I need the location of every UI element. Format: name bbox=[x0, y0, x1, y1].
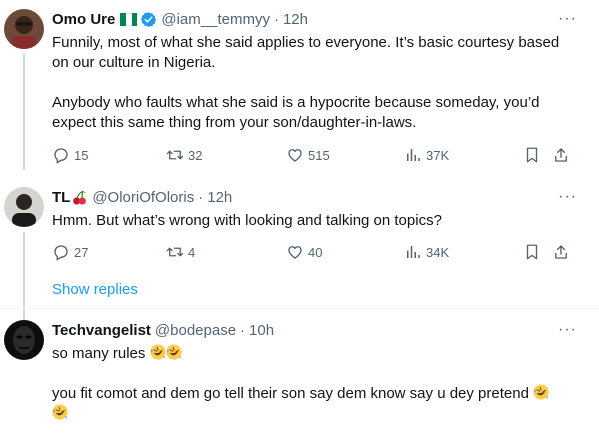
heart-icon bbox=[288, 149, 302, 162]
user-handle[interactable]: @OloriOfOloris bbox=[92, 189, 194, 206]
bookmark-button[interactable] bbox=[523, 243, 541, 261]
more-options-icon[interactable]: ··· bbox=[558, 10, 577, 28]
share-button[interactable] bbox=[552, 146, 570, 164]
thread-line bbox=[23, 54, 25, 170]
views-button[interactable]: 37K bbox=[404, 146, 449, 164]
reply-button[interactable]: 27 bbox=[52, 243, 88, 261]
tweet-paragraph: Funnily, most of what she said applies t… bbox=[52, 34, 560, 71]
timestamp[interactable]: 12h bbox=[207, 189, 232, 206]
nigeria-flag-icon bbox=[120, 13, 138, 26]
tweet-paragraph: Anybody who faults what she said is a hy… bbox=[52, 94, 540, 131]
separator-dot: · bbox=[273, 11, 279, 28]
reply-count: 27 bbox=[74, 244, 89, 260]
avatar[interactable] bbox=[4, 320, 44, 360]
bookmark-icon bbox=[526, 147, 538, 163]
reply-icon bbox=[54, 148, 68, 164]
share-button[interactable] bbox=[552, 243, 570, 261]
separator-dot: · bbox=[240, 322, 246, 339]
user-handle[interactable]: @bodepase bbox=[155, 322, 236, 339]
tweet-paragraph-text: you fit comot and dem go tell their son … bbox=[52, 385, 529, 402]
tweet[interactable]: TL @OloriOfOloris · 12h ··· Hmm. But wha… bbox=[0, 170, 599, 332]
retweet-icon bbox=[166, 247, 184, 257]
display-name[interactable]: Omo Ure bbox=[52, 11, 115, 28]
verified-badge-icon[interactable] bbox=[140, 11, 157, 28]
views-button[interactable]: 34K bbox=[404, 243, 449, 261]
tweet-text: so many rules you fit comot and dem go t… bbox=[52, 344, 572, 424]
tweet-header: TL @OloriOfOloris · 12h bbox=[52, 189, 232, 206]
like-button[interactable]: 40 bbox=[286, 243, 322, 261]
analytics-icon bbox=[407, 246, 420, 258]
cherries-icon bbox=[73, 190, 87, 205]
rofl-emoji-icon bbox=[52, 404, 68, 420]
rofl-emoji-icon bbox=[166, 344, 182, 360]
like-button[interactable]: 515 bbox=[286, 146, 330, 164]
tweet[interactable]: Techvangelist @bodepase · 10h ··· so man… bbox=[0, 309, 599, 433]
tweet[interactable]: Omo Ure @iam__temmyy · 12h ··· Funnily, … bbox=[0, 0, 599, 170]
action-bar: 27 4 40 34K bbox=[52, 243, 572, 263]
timestamp[interactable]: 10h bbox=[249, 322, 274, 339]
view-count: 34K bbox=[426, 244, 450, 260]
avatar[interactable] bbox=[4, 187, 44, 227]
retweet-count: 4 bbox=[188, 244, 196, 260]
more-options-icon[interactable]: ··· bbox=[558, 188, 577, 206]
analytics-icon bbox=[407, 149, 420, 161]
reply-count: 15 bbox=[74, 147, 89, 163]
separator-dot: · bbox=[198, 189, 204, 206]
heart-icon bbox=[288, 246, 302, 259]
like-count: 515 bbox=[308, 147, 330, 163]
show-replies-link[interactable]: Show replies bbox=[52, 281, 138, 298]
tweet-text: Hmm. But what’s wrong with looking and t… bbox=[52, 211, 572, 231]
rofl-emoji-icon bbox=[150, 344, 166, 360]
more-options-icon[interactable]: ··· bbox=[558, 321, 577, 339]
bookmark-icon bbox=[526, 244, 538, 260]
view-count: 37K bbox=[426, 147, 450, 163]
retweet-button[interactable]: 32 bbox=[166, 146, 202, 164]
tweet-header: Omo Ure @iam__temmyy · 12h bbox=[52, 11, 308, 28]
tweet-paragraph: you fit comot and dem go tell their son … bbox=[52, 384, 572, 424]
like-count: 40 bbox=[308, 244, 323, 260]
display-name[interactable]: Techvangelist bbox=[52, 322, 151, 339]
share-icon bbox=[555, 148, 567, 162]
retweet-count: 32 bbox=[188, 147, 203, 163]
share-icon bbox=[555, 245, 567, 259]
tweet-paragraph-text: so many rules bbox=[52, 345, 146, 362]
user-handle[interactable]: @iam__temmyy bbox=[161, 11, 270, 28]
rofl-emoji-icon bbox=[533, 384, 549, 400]
bookmark-button[interactable] bbox=[523, 146, 541, 164]
tweet-paragraph: Hmm. But what’s wrong with looking and t… bbox=[52, 212, 442, 229]
tweet-text: Funnily, most of what she said applies t… bbox=[52, 33, 572, 133]
retweet-icon bbox=[166, 150, 184, 160]
reply-icon bbox=[54, 245, 68, 261]
display-name[interactable]: TL bbox=[52, 189, 70, 206]
tweet-paragraph: so many rules bbox=[52, 344, 572, 364]
action-bar: 15 32 515 37K bbox=[52, 146, 572, 166]
timestamp[interactable]: 12h bbox=[283, 11, 308, 28]
retweet-button[interactable]: 4 bbox=[166, 243, 195, 261]
avatar[interactable] bbox=[4, 9, 44, 49]
tweet-header: Techvangelist @bodepase · 10h bbox=[52, 322, 274, 339]
reply-button[interactable]: 15 bbox=[52, 146, 88, 164]
